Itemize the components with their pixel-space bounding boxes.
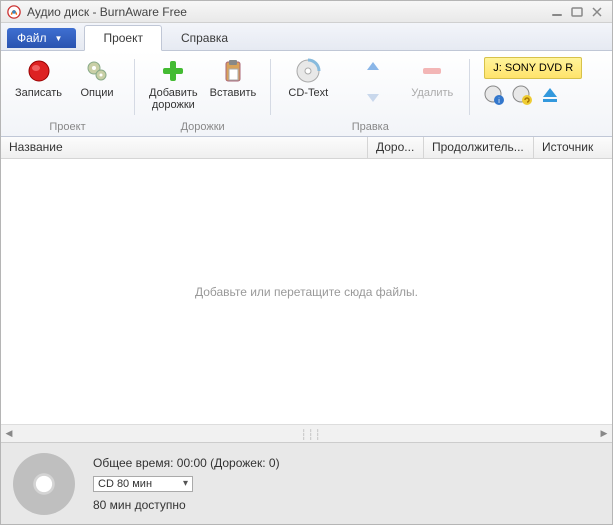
- header-track[interactable]: Доро...: [368, 137, 424, 158]
- paste-button[interactable]: Вставить: [204, 53, 263, 119]
- plus-icon: [159, 57, 187, 85]
- move-down-button[interactable]: [343, 83, 403, 109]
- chevron-down-icon: ▼: [55, 34, 63, 43]
- status-footer: Общее время: 00:00 (Дорожек: 0) CD 80 ми…: [1, 442, 612, 524]
- ribbon-group-edit: Правка: [279, 119, 461, 136]
- disc-icon: [294, 57, 322, 85]
- grip-icon: ┆┆┆: [301, 430, 322, 441]
- available-label: 80 мин доступно: [93, 498, 280, 512]
- file-menu-button[interactable]: Файл ▼: [7, 28, 76, 48]
- file-menu-label: Файл: [17, 31, 47, 45]
- header-name[interactable]: Название: [1, 137, 368, 158]
- delete-button[interactable]: Удалить: [403, 53, 461, 119]
- empty-hint: Добавьте или перетащите сюда файлы.: [195, 285, 418, 299]
- record-icon: [25, 57, 53, 85]
- scroll-left-icon[interactable]: ◀: [1, 426, 17, 442]
- tab-project[interactable]: Проект: [84, 25, 162, 51]
- eject-icon[interactable]: [540, 85, 560, 105]
- titlebar: Аудио диск - BurnAware Free: [1, 1, 612, 23]
- paste-label: Вставить: [210, 87, 257, 99]
- options-label: Опции: [80, 87, 113, 99]
- scroll-track[interactable]: ┆┆┆: [17, 428, 596, 440]
- ribbon-separator: [134, 59, 135, 115]
- scroll-right-icon[interactable]: ▶: [596, 426, 612, 442]
- cdtext-button[interactable]: CD-Text: [279, 53, 337, 119]
- drive-selector[interactable]: J: SONY DVD R: [484, 57, 582, 79]
- cdtext-label: CD-Text: [288, 87, 328, 99]
- ribbon-group-project: Проект: [9, 119, 126, 136]
- tab-help[interactable]: Справка: [162, 25, 247, 50]
- window-title: Аудио диск - BurnAware Free: [27, 5, 546, 19]
- disc-refresh-icon[interactable]: [512, 85, 532, 105]
- column-headers: Название Доро... Продолжитель... Источни…: [1, 137, 612, 159]
- disc-info-icon[interactable]: i: [484, 85, 504, 105]
- disc-type-select[interactable]: CD 80 мин: [93, 476, 193, 492]
- maximize-button[interactable]: [568, 5, 586, 19]
- minimize-button[interactable]: [548, 5, 566, 19]
- move-up-button[interactable]: [343, 55, 403, 81]
- track-list-empty[interactable]: Добавьте или перетащите сюда файлы.: [1, 159, 612, 424]
- horizontal-scrollbar[interactable]: ◀ ┆┆┆ ▶: [1, 424, 612, 442]
- burn-button[interactable]: Записать: [9, 53, 68, 119]
- delete-label: Удалить: [411, 87, 453, 99]
- ribbon-separator: [270, 59, 271, 115]
- burn-label: Записать: [15, 87, 62, 99]
- gear-icon: [83, 57, 111, 85]
- app-logo-icon: [7, 5, 21, 19]
- tab-bar: Файл ▼ Проект Справка: [1, 23, 612, 51]
- ribbon-separator: [469, 59, 470, 115]
- header-duration[interactable]: Продолжитель...: [424, 137, 534, 158]
- add-tracks-label: Добавить дорожки: [149, 87, 198, 111]
- header-source[interactable]: Источник: [534, 137, 612, 158]
- total-time-label: Общее время: 00:00 (Дорожек: 0): [93, 456, 280, 470]
- ribbon: Записать Опции Проект Добавить дорожки В…: [1, 51, 612, 137]
- minus-icon: [418, 57, 446, 85]
- add-tracks-button[interactable]: Добавить дорожки: [143, 53, 204, 119]
- options-button[interactable]: Опции: [68, 53, 126, 119]
- clipboard-icon: [219, 57, 247, 85]
- disc-graphic-icon: [13, 453, 75, 515]
- ribbon-group-tracks: Дорожки: [143, 119, 262, 136]
- close-button[interactable]: [588, 5, 606, 19]
